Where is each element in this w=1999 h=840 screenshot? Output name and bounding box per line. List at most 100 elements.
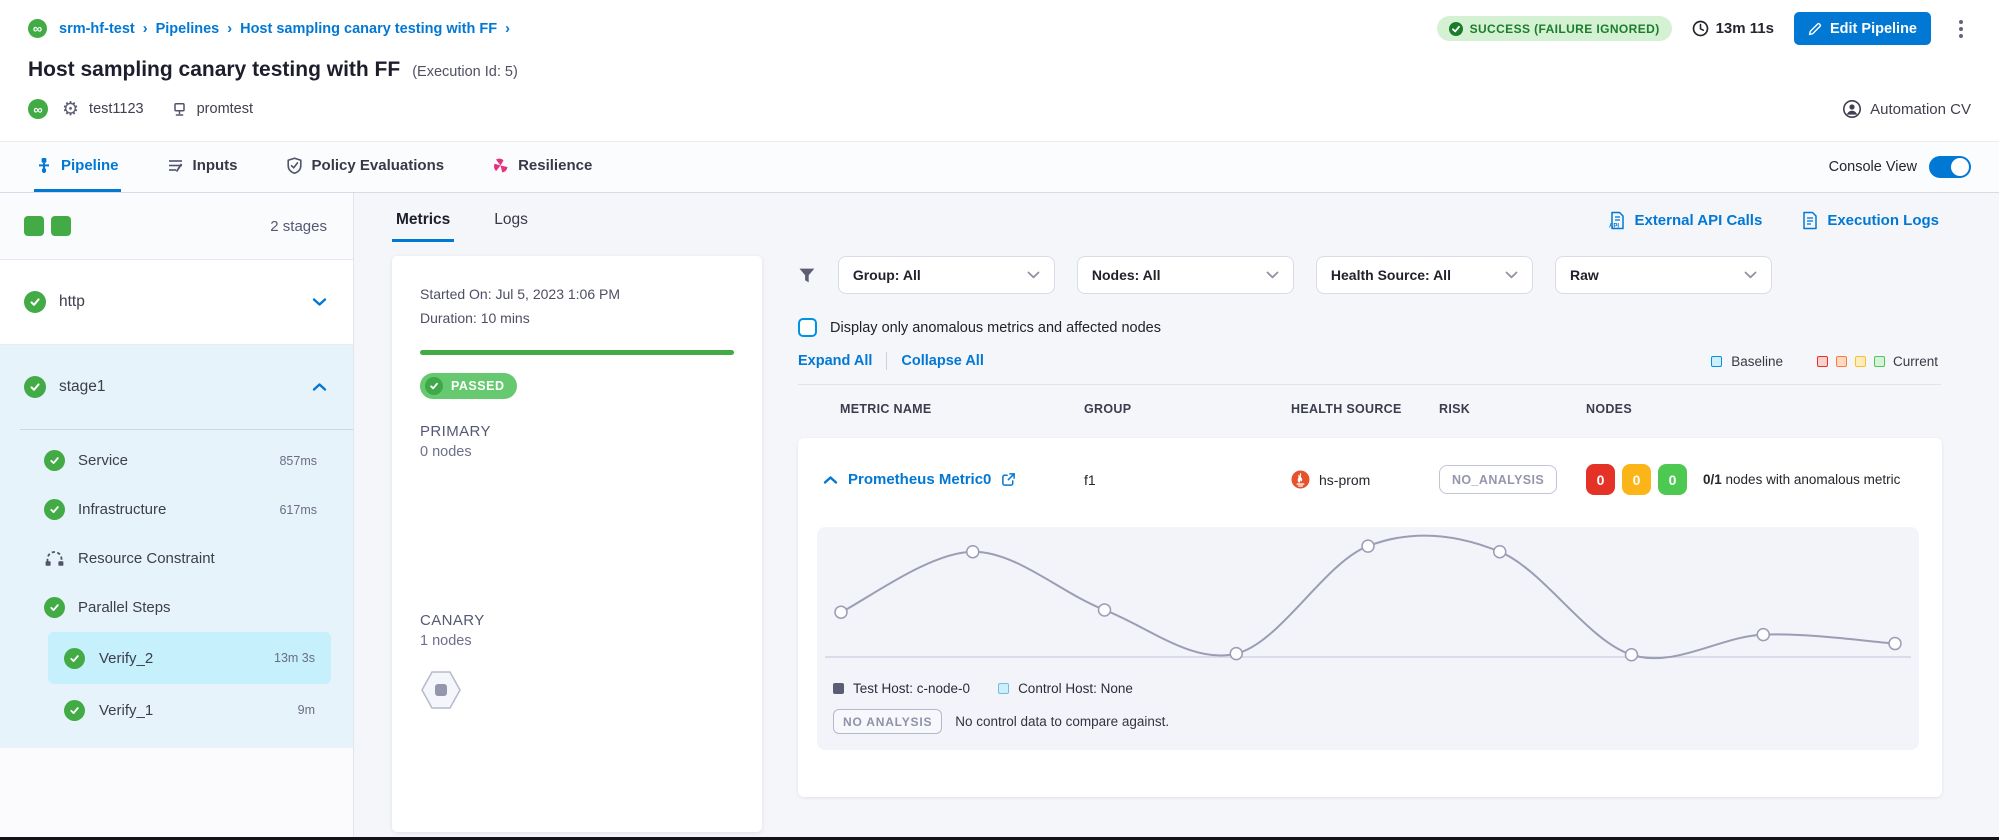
control-host-swatch xyxy=(998,683,1009,694)
breadcrumb-separator-icon: › xyxy=(143,21,148,37)
col-nodes: NODES xyxy=(1586,402,1941,416)
canary-node-hexagon-icon[interactable] xyxy=(420,667,462,713)
header-actions: SUCCESS (FAILURE IGNORED) 13m 11s Edit P… xyxy=(1437,12,1971,45)
page-title: Host sampling canary testing with FF xyxy=(28,58,400,82)
svg-text:API: API xyxy=(1609,224,1619,230)
canary-node-count: 1 nodes xyxy=(420,633,734,649)
current-green-swatch xyxy=(1874,356,1885,367)
tab-inputs-label: Inputs xyxy=(193,157,238,174)
chevron-up-icon[interactable] xyxy=(312,382,327,392)
edit-pipeline-label: Edit Pipeline xyxy=(1830,21,1917,37)
console-header: Metrics Logs API External API Calls Exec… xyxy=(354,193,1999,242)
stage-item-http[interactable]: http xyxy=(0,260,353,345)
breadcrumb-pipeline-name[interactable]: Host sampling canary testing with FF xyxy=(240,21,497,37)
warning-node-count-badge: 0 xyxy=(1622,464,1651,495)
step-item-infrastructure[interactable]: Infrastructure 617ms xyxy=(0,485,353,534)
control-host-label: Control Host: None xyxy=(1018,681,1133,696)
step-item-verify-2[interactable]: Verify_2 13m 3s xyxy=(48,632,331,684)
metric-name-link[interactable]: Prometheus Metric0 xyxy=(848,471,991,488)
stage-status-square xyxy=(24,216,44,236)
pipeline-icon xyxy=(36,157,52,174)
external-api-calls-link[interactable]: API External API Calls xyxy=(1608,211,1762,230)
breadcrumb-project[interactable]: srm-hf-test xyxy=(59,21,135,37)
execution-logs-label: Execution Logs xyxy=(1827,212,1939,229)
filter-funnel-icon[interactable] xyxy=(798,267,816,284)
nodes-summary: 0/1 nodes with anomalous metric xyxy=(1703,470,1915,490)
health-source-name: hs-prom xyxy=(1319,472,1370,488)
anomalous-filter-checkbox[interactable] xyxy=(798,318,817,337)
analysis-duration: Duration: 10 mins xyxy=(420,306,734,330)
user-info: Automation CV xyxy=(1843,100,1971,118)
api-document-icon: API xyxy=(1608,211,1625,230)
expand-collapse-row: Expand All Collapse All Baseline Current xyxy=(798,352,1941,370)
tab-policy-evaluations[interactable]: Policy Evaluations xyxy=(284,142,447,192)
step-duration: 9m xyxy=(298,703,315,717)
tab-metrics[interactable]: Metrics xyxy=(392,211,454,242)
external-api-calls-label: External API Calls xyxy=(1634,212,1762,229)
console-view-toggle[interactable] xyxy=(1929,156,1971,178)
tab-logs[interactable]: Logs xyxy=(490,211,532,242)
edit-pipeline-button[interactable]: Edit Pipeline xyxy=(1794,12,1931,45)
nodes-filter-dropdown[interactable]: Nodes: All xyxy=(1077,256,1294,294)
check-circle-icon xyxy=(44,499,65,520)
expand-all-link[interactable]: Expand All xyxy=(798,353,872,369)
collapse-all-link[interactable]: Collapse All xyxy=(901,353,983,369)
filter-row: Group: All Nodes: All Health Source: All… xyxy=(798,256,1941,294)
tab-inputs[interactable]: Inputs xyxy=(165,142,240,192)
breadcrumb-pipelines[interactable]: Pipelines xyxy=(156,21,220,37)
current-legend-label: Current xyxy=(1893,354,1938,369)
tab-resilience[interactable]: Resilience xyxy=(490,142,594,192)
chevron-down-icon[interactable] xyxy=(312,297,327,307)
step-item-verify-1[interactable]: Verify_1 9m xyxy=(48,684,331,736)
test-host-legend: Test Host: c-node-0 xyxy=(833,681,970,696)
metric-line-chart xyxy=(817,533,1919,679)
step-duration: 13m 3s xyxy=(274,651,315,665)
collapse-row-chevron-up-icon[interactable] xyxy=(823,475,838,485)
status-badge-label: SUCCESS (FAILURE IGNORED) xyxy=(1470,22,1660,36)
col-health-source: HEALTH SOURCE xyxy=(1291,402,1439,416)
step-duration: 857ms xyxy=(279,454,317,468)
resilience-icon xyxy=(492,157,509,174)
execution-id: (Execution Id: 5) xyxy=(412,64,518,80)
console-panel: Metrics Logs API External API Calls Exec… xyxy=(354,193,1999,837)
status-badge: SUCCESS (FAILURE IGNORED) xyxy=(1437,16,1672,41)
tab-resilience-label: Resilience xyxy=(518,157,592,174)
execution-logs-link[interactable]: Execution Logs xyxy=(1802,211,1939,230)
nodes-summary-ratio: 0/1 xyxy=(1703,472,1722,487)
service-status-icon: ∞ xyxy=(28,99,48,119)
step-label: Verify_1 xyxy=(99,702,153,719)
healthy-node-count-badge: 0 xyxy=(1658,464,1687,495)
stage-item-stage1[interactable]: stage1 xyxy=(0,345,353,429)
baseline-legend-swatch xyxy=(1711,356,1722,367)
service-name: test1123 xyxy=(89,101,144,117)
tab-pipeline[interactable]: Pipeline xyxy=(34,142,121,192)
view-mode-dropdown[interactable]: Raw xyxy=(1555,256,1772,294)
col-metric-name: METRIC NAME xyxy=(840,402,1084,416)
control-host-legend: Control Host: None xyxy=(998,681,1133,696)
chevron-down-icon xyxy=(1505,271,1518,279)
meta-row: ∞ ⚙ test1123 promtest Automation CV xyxy=(28,99,1971,119)
stage-count: 2 stages xyxy=(270,218,327,235)
stages-sidebar: 2 stages http stage1 Service xyxy=(0,193,354,837)
step-label: Service xyxy=(78,452,128,469)
health-source-filter-dropdown[interactable]: Health Source: All xyxy=(1316,256,1533,294)
stage-name: http xyxy=(59,293,85,311)
more-options-menu-icon[interactable] xyxy=(1951,14,1971,44)
step-item-parallel-steps[interactable]: Parallel Steps xyxy=(0,583,353,632)
group-filter-value: Group: All xyxy=(853,267,921,283)
tab-pipeline-label: Pipeline xyxy=(61,157,119,174)
col-group: GROUP xyxy=(1084,402,1291,416)
anomalous-filter-row: Display only anomalous metrics and affec… xyxy=(798,318,1941,337)
environment-icon xyxy=(172,102,187,117)
group-filter-dropdown[interactable]: Group: All xyxy=(838,256,1055,294)
console-main: Started On: Jul 5, 2023 1:06 PM Duration… xyxy=(354,242,1999,837)
anomalous-node-count-badge: 0 xyxy=(1586,464,1615,495)
external-link-icon[interactable] xyxy=(1001,472,1016,487)
check-circle-icon xyxy=(425,377,443,395)
chevron-down-icon xyxy=(1027,271,1040,279)
console-view-label: Console View xyxy=(1829,159,1917,175)
metric-card: Prometheus Metric0 f1 hs-prom NO_ANALYSI… xyxy=(798,438,1942,797)
check-circle-icon xyxy=(44,450,65,471)
step-item-service[interactable]: Service 857ms xyxy=(0,436,353,485)
step-item-resource-constraint[interactable]: Resource Constraint xyxy=(0,534,353,583)
